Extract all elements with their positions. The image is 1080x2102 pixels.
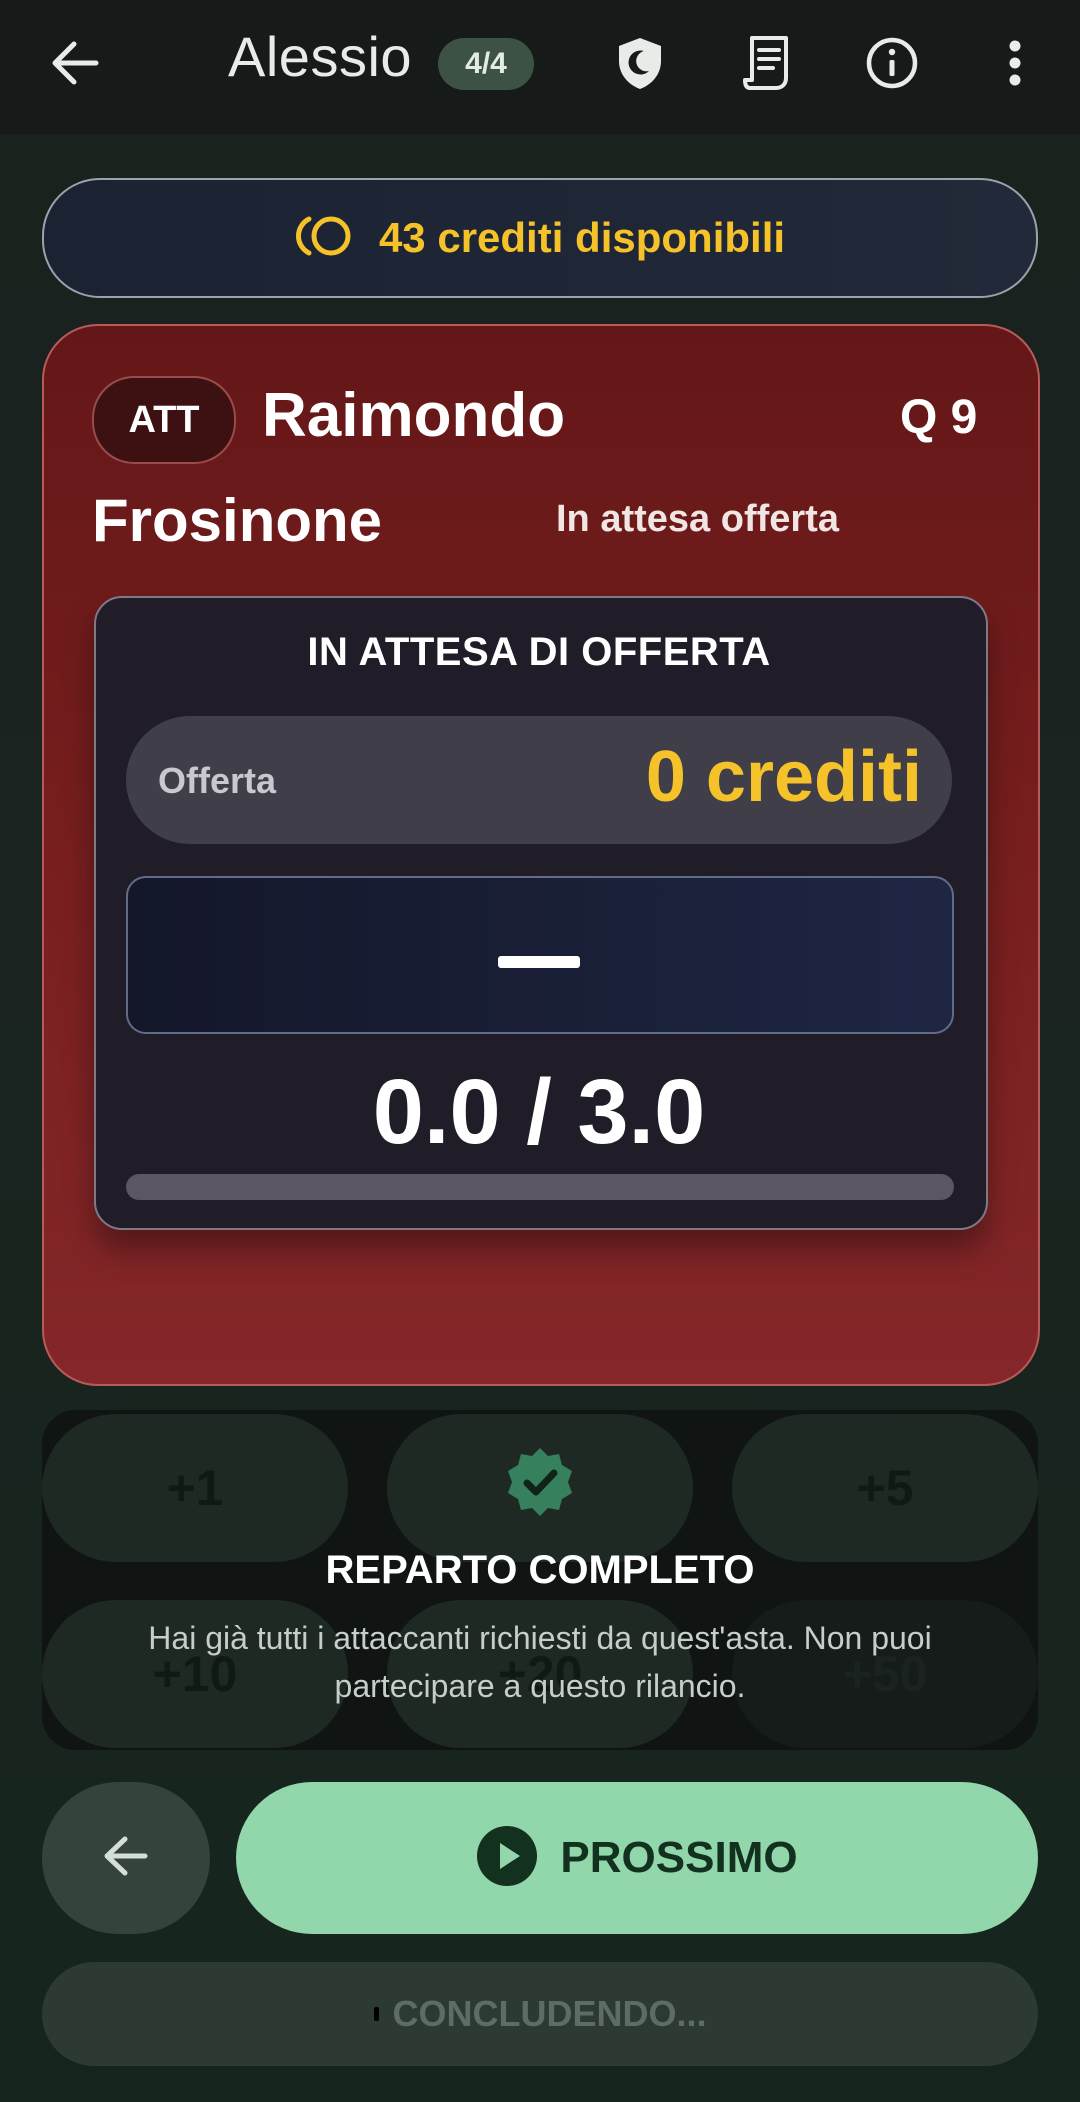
play-circle-icon (476, 1825, 538, 1892)
back-arrow-icon[interactable] (40, 28, 110, 98)
overlay-title: REPARTO COMPLETO (325, 1548, 755, 1592)
timer-text: 0.0 / 3.0 (372, 1061, 706, 1163)
bidder-placeholder (498, 956, 580, 968)
player-team: Frosinone (92, 487, 383, 554)
more-vertical-icon[interactable] (990, 30, 1040, 96)
page-title: Alessio (228, 25, 413, 88)
concluding-button: CONCLUDENDO... (42, 1962, 1038, 2066)
next-button[interactable]: PROSSIMO (236, 1782, 1038, 1934)
previous-button[interactable] (42, 1782, 210, 1934)
receipt-icon[interactable] (736, 30, 796, 96)
timer-progress-track (126, 1174, 954, 1200)
overlay-message: Hai già tutti i attaccanti richiesti da … (148, 1620, 932, 1704)
credits-banner: 43 crediti disponibili (42, 178, 1038, 298)
spinner-icon (373, 2007, 379, 2021)
auction-panel-header: IN ATTESA DI OFFERTA (307, 630, 771, 674)
round-badge: 4/4 (438, 38, 534, 90)
coins-icon (295, 213, 357, 264)
offer-value: 0 crediti (645, 737, 922, 817)
auction-status: In attesa offerta (556, 498, 839, 540)
bidder-box (126, 876, 954, 1034)
info-icon[interactable] (860, 30, 924, 96)
player-name: Raimondo (262, 381, 566, 450)
role-badge: ATT (92, 376, 236, 464)
arrow-left-icon (103, 1835, 149, 1882)
player-quote: Q 9 (900, 391, 978, 444)
shield-moon-icon[interactable] (608, 30, 672, 96)
offer-label: Offerta (158, 760, 277, 801)
next-label: PROSSIMO (560, 1833, 798, 1882)
concluding-label: CONCLUDENDO... (392, 1993, 707, 2034)
credits-available: 43 crediti disponibili (378, 214, 786, 261)
